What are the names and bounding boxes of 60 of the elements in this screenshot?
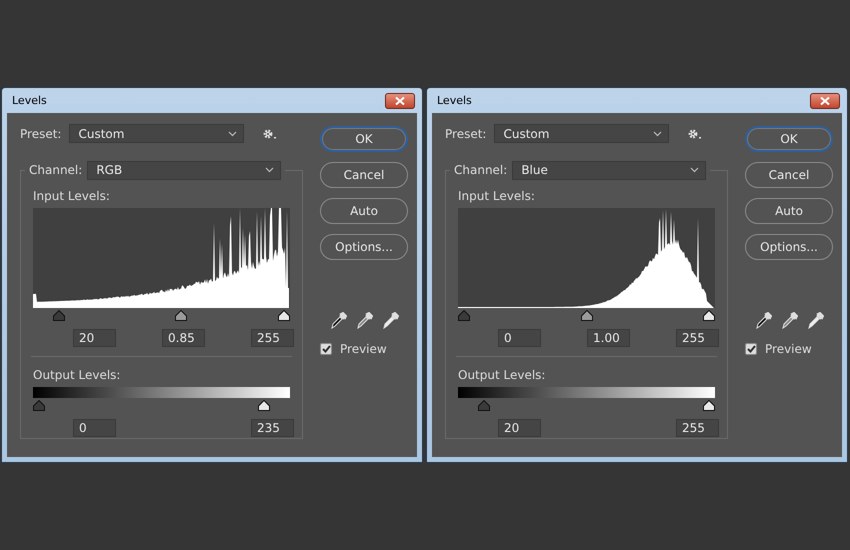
preset-label: Preset:	[445, 126, 486, 140]
channel-label: Channel:	[29, 163, 82, 177]
window-title: Levels	[436, 94, 472, 107]
input-level-field[interactable]: 1.00	[587, 329, 630, 347]
slider-handle[interactable]	[52, 310, 65, 321]
dialog-button[interactable]: Options...	[745, 234, 833, 260]
slider-handle[interactable]	[478, 400, 490, 411]
eyedropper-icon[interactable]	[382, 312, 398, 330]
eyedropper-icon[interactable]	[330, 312, 346, 330]
slider-handle[interactable]	[258, 400, 270, 411]
close-button[interactable]	[810, 92, 840, 108]
dialog-button[interactable]: Cancel	[320, 162, 408, 188]
preview-checkbox[interactable]	[320, 343, 332, 355]
dialog-button[interactable]: Cancel	[745, 162, 833, 188]
input-level-field[interactable]: 255	[251, 329, 294, 347]
chevron-down-icon	[228, 130, 238, 136]
preset-dropdown[interactable]: Custom	[494, 124, 670, 143]
eyedropper-icon[interactable]	[806, 312, 824, 330]
output-levels-label: Output Levels:	[458, 368, 546, 382]
output-level-field[interactable]: 0	[73, 419, 116, 437]
slider-handle[interactable]	[175, 310, 188, 321]
preset-label: Preset:	[20, 126, 62, 140]
output-level-field[interactable]: 235	[251, 419, 294, 437]
input-levels-label: Input Levels:	[458, 189, 536, 203]
slider-handle[interactable]	[580, 310, 592, 321]
output-level-field[interactable]: 20	[498, 419, 541, 437]
input-level-field[interactable]: 20	[73, 329, 116, 347]
output-level-field[interactable]: 255	[676, 419, 719, 437]
channel-dropdown[interactable]: RGB	[87, 160, 282, 180]
input-level-field[interactable]: 0.85	[162, 329, 205, 347]
slider-handle[interactable]	[703, 400, 715, 411]
chevron-down-icon	[265, 167, 274, 173]
channel-label: Channel:	[454, 163, 508, 177]
chevron-down-icon	[690, 167, 700, 173]
chevron-down-icon	[653, 130, 662, 136]
slider-handle[interactable]	[458, 310, 470, 321]
preview-label: Preview	[765, 342, 812, 356]
preview-checkbox[interactable]	[745, 343, 757, 355]
output-levels-label: Output Levels:	[33, 368, 122, 382]
slider-handle[interactable]	[33, 400, 45, 411]
preset-dropdown[interactable]: Custom	[69, 124, 244, 143]
slider-handle[interactable]	[278, 310, 290, 321]
dialog-button[interactable]: Auto	[320, 198, 408, 224]
dialog-button[interactable]: Options...	[320, 234, 408, 260]
input-level-field[interactable]: 255	[676, 329, 719, 347]
input-levels-label: Input Levels:	[33, 189, 111, 203]
close-button[interactable]	[385, 92, 415, 108]
window-title: Levels	[11, 94, 47, 107]
settings-icon[interactable]	[262, 128, 278, 140]
channel-dropdown[interactable]: Blue	[512, 160, 706, 180]
input-level-field[interactable]: 0	[498, 329, 541, 347]
dialog-button[interactable]: Auto	[745, 198, 833, 224]
preview-label: Preview	[340, 342, 387, 356]
close-icon	[395, 96, 405, 104]
slider-handle[interactable]	[703, 310, 715, 321]
dialog-button[interactable]: OK	[320, 126, 408, 152]
settings-icon[interactable]	[687, 128, 704, 140]
dialog-button[interactable]: OK	[745, 126, 833, 152]
close-icon	[820, 96, 830, 104]
eyedropper-icon[interactable]	[754, 312, 772, 330]
